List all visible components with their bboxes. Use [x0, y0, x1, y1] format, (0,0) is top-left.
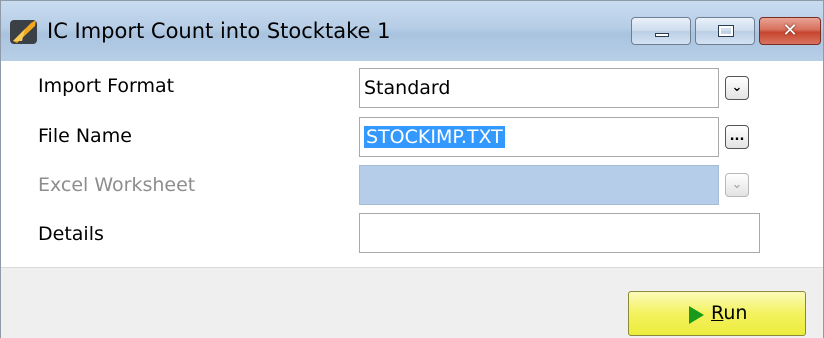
- ellipsis-icon: ...: [729, 129, 745, 144]
- details-label: Details: [38, 223, 104, 245]
- title-bar[interactable]: IC Import Count into Stocktake 1 ✕: [1, 1, 823, 61]
- excel-worksheet-label: Excel Worksheet: [38, 174, 196, 196]
- file-name-value: STOCKIMP.TXT: [364, 126, 505, 148]
- file-browse-button[interactable]: ...: [725, 125, 749, 149]
- run-button-label: Run: [711, 302, 748, 324]
- import-format-value: Standard: [364, 77, 451, 99]
- close-button[interactable]: ✕: [759, 17, 821, 45]
- minimize-button[interactable]: [631, 17, 691, 45]
- maximize-button[interactable]: [695, 17, 755, 45]
- app-logo-icon: [10, 20, 37, 44]
- file-name-field[interactable]: STOCKIMP.TXT: [359, 117, 719, 157]
- chevron-down-icon: ⌄: [731, 80, 743, 95]
- file-name-label: File Name: [38, 125, 132, 147]
- details-field[interactable]: [359, 213, 760, 253]
- window-title: IC Import Count into Stocktake 1: [47, 19, 391, 43]
- import-format-label: Import Format: [38, 75, 175, 97]
- excel-worksheet-dropdown-button: ⌄: [725, 173, 749, 197]
- run-button[interactable]: Run: [628, 291, 806, 336]
- maximize-icon: [718, 25, 734, 37]
- chevron-down-icon: ⌄: [731, 177, 743, 192]
- close-icon: ✕: [782, 20, 798, 41]
- play-icon: [689, 306, 704, 324]
- form-area: Import Format Standard ⌄ File Name STOCK…: [1, 61, 823, 267]
- import-format-field[interactable]: Standard: [359, 68, 719, 108]
- minimize-icon: [655, 33, 669, 37]
- dialog-window: IC Import Count into Stocktake 1 ✕ Impor…: [0, 0, 824, 338]
- excel-worksheet-field: [359, 165, 719, 205]
- import-format-dropdown-button[interactable]: ⌄: [725, 76, 749, 100]
